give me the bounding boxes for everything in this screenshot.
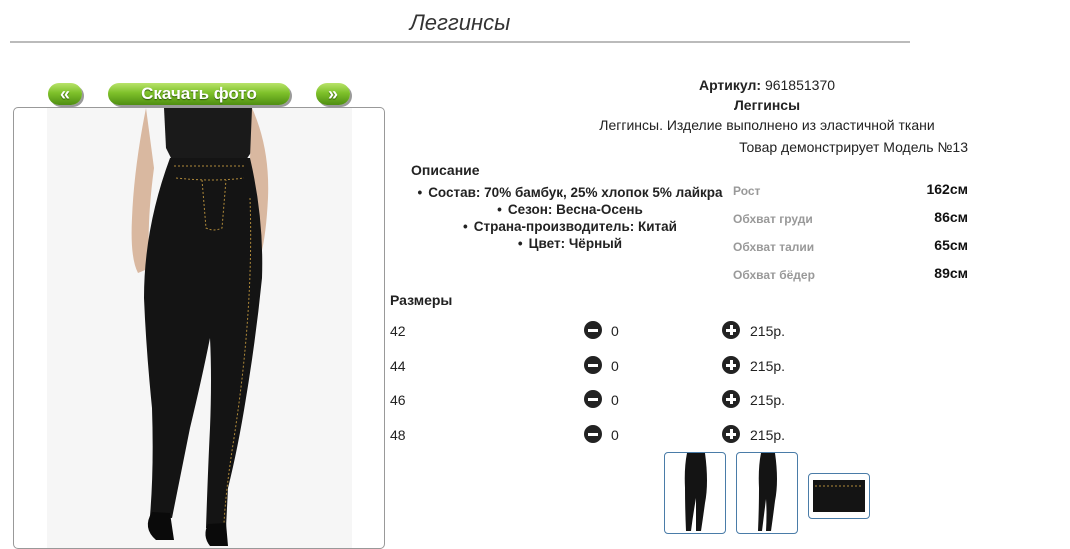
thumbnail-side[interactable]: [736, 452, 798, 534]
description-item: Цвет: Чёрный: [400, 235, 740, 252]
thumbnail-image: [758, 453, 777, 531]
quantity-value: 0: [611, 358, 619, 374]
model-note: Товар демонстрирует Модель №13: [739, 139, 968, 155]
thumbnail-detail[interactable]: [808, 473, 870, 519]
description-item: Страна-производитель: Китай: [400, 218, 740, 235]
next-photo-button[interactable]: »: [316, 83, 350, 105]
price-value: 215р.: [750, 323, 786, 339]
measurement-bust: Обхват груди 86см: [733, 209, 968, 229]
measurement-value: 86см: [934, 209, 968, 225]
price-value: 215р.: [750, 427, 786, 443]
prev-photo-button[interactable]: «: [48, 83, 82, 105]
measurement-value: 89см: [934, 265, 968, 281]
measurement-label: Обхват бёдер: [733, 268, 815, 282]
thumbnail-image: [684, 453, 707, 531]
plus-icon[interactable]: [722, 390, 740, 408]
article-line: Артикул: 961851370: [560, 77, 974, 93]
measurement-hips: Обхват бёдер 89см: [733, 265, 968, 285]
plus-icon[interactable]: [722, 356, 740, 374]
description-heading: Описание: [411, 162, 480, 178]
measurement-waist: Обхват талии 65см: [733, 237, 968, 257]
size-row: 44 0 215р.: [390, 356, 810, 378]
measurement-height: Рост 162см: [733, 181, 968, 201]
minus-icon[interactable]: [584, 356, 602, 374]
quantity-value: 0: [611, 323, 619, 339]
size-row: 48 0 215р.: [390, 425, 810, 447]
measurement-value: 162см: [926, 181, 968, 197]
thumbnail-front[interactable]: [664, 452, 726, 534]
article-value: 961851370: [764, 77, 836, 93]
size-label: 42: [390, 323, 406, 339]
size-row: 46 0 215р.: [390, 390, 810, 412]
minus-icon[interactable]: [584, 390, 602, 408]
minus-icon[interactable]: [584, 321, 602, 339]
measurement-label: Рост: [733, 184, 761, 198]
download-photo-button[interactable]: Скачать фото: [108, 83, 290, 105]
product-description: Леггинсы. Изделие выполнено из эластично…: [599, 117, 935, 133]
sizes-heading: Размеры: [390, 292, 453, 308]
size-label: 46: [390, 392, 406, 408]
main-product-photo[interactable]: [13, 107, 385, 549]
quantity-value: 0: [611, 427, 619, 443]
thumbnail-image: [813, 480, 865, 512]
measurement-label: Обхват груди: [733, 212, 813, 226]
size-label: 48: [390, 427, 406, 443]
minus-icon[interactable]: [584, 425, 602, 443]
description-item: Сезон: Весна-Осень: [400, 201, 740, 218]
leggings-model-image: [131, 108, 269, 546]
article-label: Артикул:: [698, 77, 762, 93]
measurement-value: 65см: [934, 237, 968, 253]
plus-icon[interactable]: [722, 321, 740, 339]
size-row: 42 0 215р.: [390, 321, 810, 343]
price-value: 215р.: [750, 358, 786, 374]
page-title: Леггинсы: [409, 10, 511, 35]
product-name: Леггинсы: [733, 97, 801, 113]
title-divider: [10, 41, 910, 43]
description-item: Состав: 70% бамбук, 25% хлопок 5% лайкра: [400, 184, 740, 201]
measurement-label: Обхват талии: [733, 240, 815, 254]
description-list: Состав: 70% бамбук, 25% хлопок 5% лайкра…: [400, 184, 740, 252]
price-value: 215р.: [750, 392, 786, 408]
size-label: 44: [390, 358, 406, 374]
plus-icon[interactable]: [722, 425, 740, 443]
quantity-value: 0: [611, 392, 619, 408]
